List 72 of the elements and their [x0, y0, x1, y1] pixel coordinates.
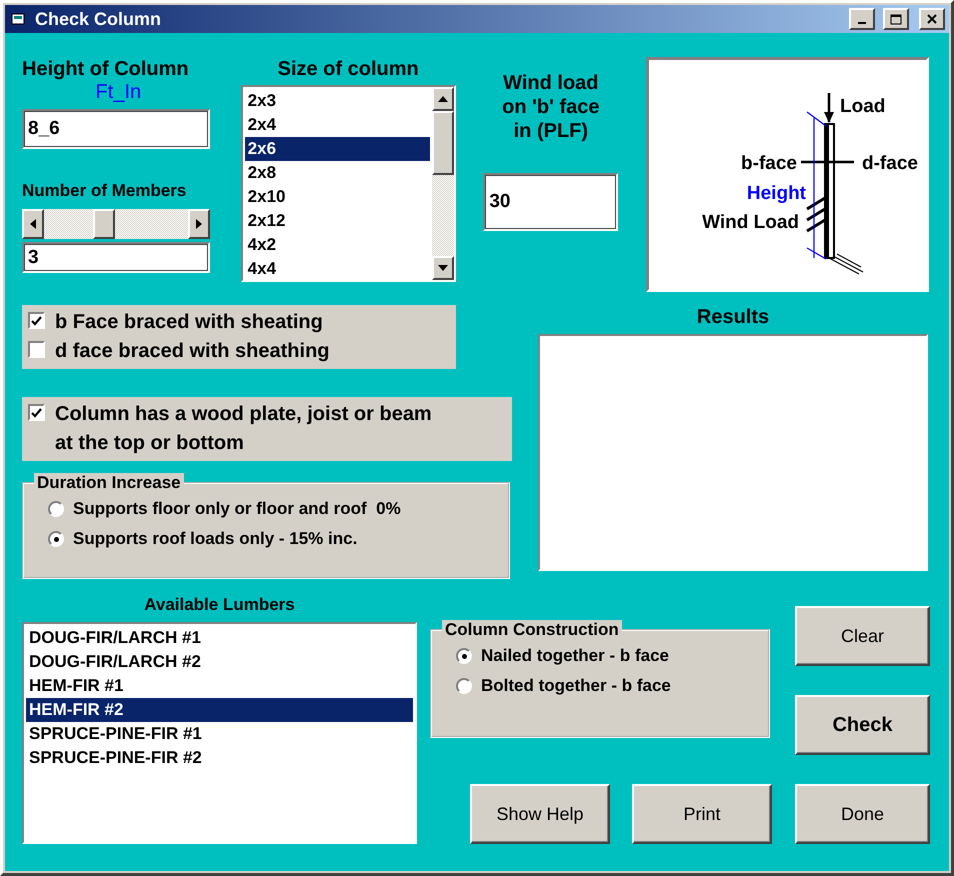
option-label: Supports roof loads only - 15% inc. — [73, 528, 358, 550]
list-item[interactable]: HEM-FIR #2 — [26, 698, 413, 722]
option-label: Nailed together - b face — [481, 645, 669, 667]
left-arrow-icon — [30, 219, 36, 229]
checkbox[interactable] — [28, 312, 45, 329]
height-field[interactable]: 8_6 — [22, 109, 210, 149]
push-button[interactable]: Show Help — [470, 784, 610, 844]
list-item[interactable]: 4x2 — [244, 233, 430, 257]
minimize-button[interactable] — [849, 8, 875, 30]
field-label: Size of column — [276, 57, 420, 81]
maximize-button[interactable] — [883, 8, 909, 30]
wind-load-label: Wind Load — [702, 212, 799, 233]
up-arrow-icon — [438, 96, 448, 102]
field-label: on 'b' face — [502, 95, 600, 119]
push-button[interactable]: Clear — [795, 606, 930, 666]
list-item[interactable]: HEM-FIR #1 — [26, 674, 413, 698]
list-item[interactable]: DOUG-FIR/LARCH #2 — [26, 650, 413, 674]
window-title: Check Column — [35, 8, 162, 30]
down-arrow-icon — [438, 265, 448, 271]
scroll-down-button[interactable] — [432, 256, 454, 280]
window-icon — [11, 12, 27, 26]
list-item[interactable]: 2x12 — [244, 209, 430, 233]
height-label: Height — [746, 183, 806, 204]
field-label: in (PLF) — [512, 119, 590, 143]
list-label: Available Lumbers — [143, 594, 296, 616]
field-label: Wind load — [502, 71, 600, 95]
list-item[interactable]: 4x4 — [244, 257, 430, 280]
minimize-icon — [858, 22, 866, 24]
checkbox-label: d face braced with sheathing — [55, 339, 330, 364]
push-button[interactable]: Done — [795, 784, 930, 844]
lumber-list[interactable]: DOUG-FIR/LARCH #1 DOUG-FIR/LARCH #2 HEM-FIR #1 HEM-FIR #2 SPRUCE-PINE-FIR #1 SPRUCE-PINE-FIR #2 — [22, 622, 417, 844]
checkbox-label: b Face braced with sheating — [55, 310, 323, 335]
option-label: Supports floor only or floor and roof 0% — [73, 498, 401, 520]
list-item[interactable]: 2x10 — [244, 185, 430, 209]
list-item[interactable]: 2x8 — [244, 161, 430, 185]
scrollbar-thumb[interactable] — [432, 111, 454, 175]
scroll-left-button[interactable] — [22, 209, 44, 239]
d-face-label: d-face — [862, 153, 918, 174]
results-label: Results — [696, 305, 770, 329]
close-icon — [927, 14, 937, 24]
b-face-label: b-face — [741, 153, 797, 174]
radio-button[interactable] — [456, 648, 472, 664]
radio-button[interactable] — [456, 678, 472, 694]
list-item[interactable]: SPRUCE-PINE-FIR #1 — [26, 722, 413, 746]
size-list[interactable]: 2x3 2x4 2x6 2x8 2x10 2x12 4x2 4x4 — [240, 85, 456, 282]
field-label: Number of Members — [22, 180, 188, 202]
close-button[interactable] — [919, 8, 945, 30]
list-item[interactable]: 2x4 — [244, 113, 430, 137]
radio-button[interactable] — [48, 501, 64, 517]
push-button[interactable]: Print — [632, 784, 772, 844]
option-label: Bolted together - b face — [481, 675, 671, 697]
checkbox[interactable] — [28, 404, 45, 421]
unit-label: Ft_In — [94, 81, 142, 103]
load-label: Load — [840, 96, 886, 117]
scroll-right-button[interactable] — [188, 209, 210, 239]
members-field[interactable]: 3 — [22, 242, 210, 273]
list-item[interactable]: 2x6 — [244, 137, 430, 161]
wind-load-field[interactable]: 30 — [483, 173, 618, 231]
scroll-up-button[interactable] — [432, 87, 454, 111]
slider-thumb[interactable] — [92, 209, 115, 239]
radio-button[interactable] — [48, 531, 64, 547]
push-button[interactable]: Check — [795, 695, 930, 755]
list-item[interactable]: DOUG-FIR/LARCH #1 — [26, 626, 413, 650]
checkbox[interactable] — [28, 341, 45, 358]
field-label: Height of Column — [22, 57, 190, 81]
maximize-icon — [890, 14, 902, 24]
list-item[interactable]: 2x3 — [244, 89, 430, 113]
check-mark-icon — [31, 316, 42, 326]
check-mark-icon — [31, 408, 42, 418]
checkbox-label: Column has a wood plate, joist or beam at the top or bottom — [55, 402, 433, 456]
right-arrow-icon — [196, 219, 202, 229]
list-item[interactable]: SPRUCE-PINE-FIR #2 — [26, 746, 413, 770]
